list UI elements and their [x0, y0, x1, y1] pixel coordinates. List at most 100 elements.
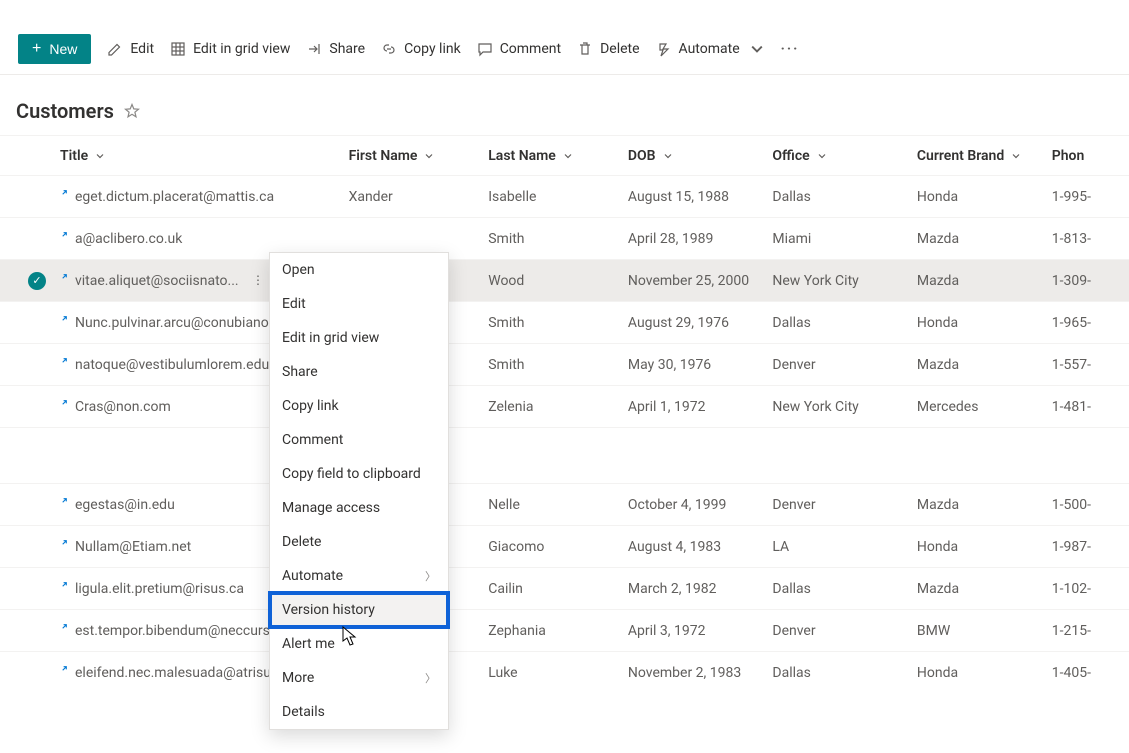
col-header-lastname[interactable]: Last Name — [488, 148, 628, 164]
col-header-brand[interactable]: Current Brand — [917, 148, 1052, 164]
menu-details[interactable]: Details — [270, 695, 448, 729]
table-row[interactable]: ligula.elit.pretium@risus.ca Cailin Marc… — [0, 567, 1129, 609]
share-button[interactable]: Share — [306, 41, 365, 57]
col-header-firstname[interactable]: First Name — [349, 148, 489, 164]
menu-edit-grid[interactable]: Edit in grid view — [270, 321, 448, 355]
item-link-icon — [60, 665, 69, 674]
menu-manage-access[interactable]: Manage access — [270, 491, 448, 525]
spacer-row — [0, 427, 1129, 483]
col-header-office[interactable]: Office — [772, 148, 916, 164]
cell-title: a@aclibero.co.uk — [75, 231, 182, 247]
cell-last: Nelle — [488, 497, 628, 513]
cell-office: Denver — [772, 623, 916, 639]
favorite-star-icon[interactable] — [124, 103, 140, 119]
cell-brand: Mercedes — [917, 399, 1052, 415]
cell-last: Zephania — [488, 623, 628, 639]
menu-alert-me[interactable]: Alert me — [270, 627, 448, 661]
item-link-icon — [60, 623, 69, 632]
grid-icon — [170, 41, 186, 57]
cell-brand: Honda — [917, 189, 1052, 205]
cell-dob: March 2, 1982 — [628, 581, 772, 597]
edit-label: Edit — [130, 41, 154, 57]
selected-check-icon[interactable]: ✓ — [28, 272, 46, 290]
menu-automate[interactable]: Automate 〉 — [270, 559, 448, 593]
cell-title: eget.dictum.placerat@mattis.ca — [75, 189, 274, 205]
row-more-button[interactable]: ⋮ — [252, 277, 264, 284]
table-row[interactable]: Cras@non.com Zelenia April 1, 1972 New Y… — [0, 385, 1129, 427]
table-row[interactable]: Nunc.pulvinar.arcu@conubianostr Smith Au… — [0, 301, 1129, 343]
table-row[interactable]: eget.dictum.placerat@mattis.ca Xander Is… — [0, 175, 1129, 217]
table-row[interactable]: a@aclibero.co.uk Smith April 28, 1989 Mi… — [0, 217, 1129, 259]
cell-dob: April 28, 1989 — [628, 231, 772, 247]
automate-label: Automate — [679, 41, 740, 57]
cell-office: Denver — [772, 497, 916, 513]
cell-first: Xander — [349, 189, 489, 205]
cell-phone: 1-813- — [1052, 231, 1129, 247]
cell-dob: October 4, 1999 — [628, 497, 772, 513]
menu-more[interactable]: More 〉 — [270, 661, 448, 695]
table-row-selected[interactable]: ✓ vitae.aliquet@sociisnato... ⋮ Wood Nov… — [0, 259, 1129, 301]
item-link-icon — [60, 399, 69, 408]
delete-button[interactable]: Delete — [577, 41, 639, 57]
cell-title: Nunc.pulvinar.arcu@conubianostr — [75, 315, 285, 331]
cell-office: Dallas — [772, 315, 916, 331]
edit-grid-button[interactable]: Edit in grid view — [170, 41, 290, 57]
cell-brand: Mazda — [917, 357, 1052, 373]
cell-phone: 1-405- — [1052, 665, 1129, 681]
cell-last: Luke — [488, 665, 628, 681]
delete-icon — [577, 41, 593, 57]
copy-link-label: Copy link — [404, 41, 461, 57]
overflow-button[interactable]: ··· — [781, 41, 800, 57]
menu-version-history[interactable]: Version history — [270, 593, 448, 627]
menu-edit[interactable]: Edit — [270, 287, 448, 321]
edit-button[interactable]: Edit — [107, 41, 154, 57]
link-icon — [381, 41, 397, 57]
cell-brand: Honda — [917, 539, 1052, 555]
cell-title: egestas@in.edu — [75, 497, 175, 513]
automate-button[interactable]: Automate — [656, 41, 765, 57]
item-link-icon — [60, 231, 69, 240]
item-link-icon — [60, 581, 69, 590]
menu-share[interactable]: Share — [270, 355, 448, 389]
table-row[interactable]: eleifend.nec.malesuada@atrisus.c Luke No… — [0, 651, 1129, 693]
comment-button[interactable]: Comment — [477, 41, 561, 57]
cell-last: Cailin — [488, 581, 628, 597]
chevron-down-icon — [663, 151, 673, 161]
cell-dob: August 4, 1983 — [628, 539, 772, 555]
cell-phone: 1-500- — [1052, 497, 1129, 513]
cell-phone: 1-481- — [1052, 399, 1129, 415]
cell-last: Smith — [488, 315, 628, 331]
menu-copy-field[interactable]: Copy field to clipboard — [270, 457, 448, 491]
item-link-icon — [60, 273, 69, 282]
menu-delete[interactable]: Delete — [270, 525, 448, 559]
cell-office: New York City — [772, 399, 916, 415]
cell-title: Cras@non.com — [75, 399, 171, 415]
cell-brand: Honda — [917, 665, 1052, 681]
cell-last: Zelenia — [488, 399, 628, 415]
chevron-right-icon: 〉 — [425, 568, 436, 584]
cell-title: est.tempor.bibendum@neccursus — [75, 623, 285, 639]
copy-link-button[interactable]: Copy link — [381, 41, 461, 57]
cell-title: ligula.elit.pretium@risus.ca — [75, 581, 244, 597]
table-row[interactable]: natoque@vestibulumlorem.edu Smith May 30… — [0, 343, 1129, 385]
automate-icon — [656, 41, 672, 57]
menu-comment[interactable]: Comment — [270, 423, 448, 457]
cell-phone: 1-309- — [1052, 273, 1129, 289]
new-button[interactable]: + New — [18, 34, 91, 64]
cell-last: Wood — [488, 273, 628, 289]
table-row[interactable]: Nullam@Etiam.net Giacomo August 4, 1983 … — [0, 525, 1129, 567]
edit-grid-label: Edit in grid view — [193, 41, 290, 57]
col-header-dob[interactable]: DOB — [628, 148, 772, 164]
menu-open[interactable]: Open — [270, 253, 448, 287]
chevron-down-icon — [95, 151, 105, 161]
item-link-icon — [60, 357, 69, 366]
cell-brand: Honda — [917, 315, 1052, 331]
plus-icon: + — [32, 41, 41, 57]
cell-title: natoque@vestibulumlorem.edu — [75, 357, 269, 373]
col-header-title[interactable]: Title — [60, 148, 349, 164]
table-row[interactable]: egestas@in.edu Nelle October 4, 1999 Den… — [0, 483, 1129, 525]
col-header-phone[interactable]: Phon — [1052, 148, 1129, 164]
table-row[interactable]: est.tempor.bibendum@neccursus Zephania A… — [0, 609, 1129, 651]
cell-last: Giacomo — [488, 539, 628, 555]
menu-copy-link[interactable]: Copy link — [270, 389, 448, 423]
